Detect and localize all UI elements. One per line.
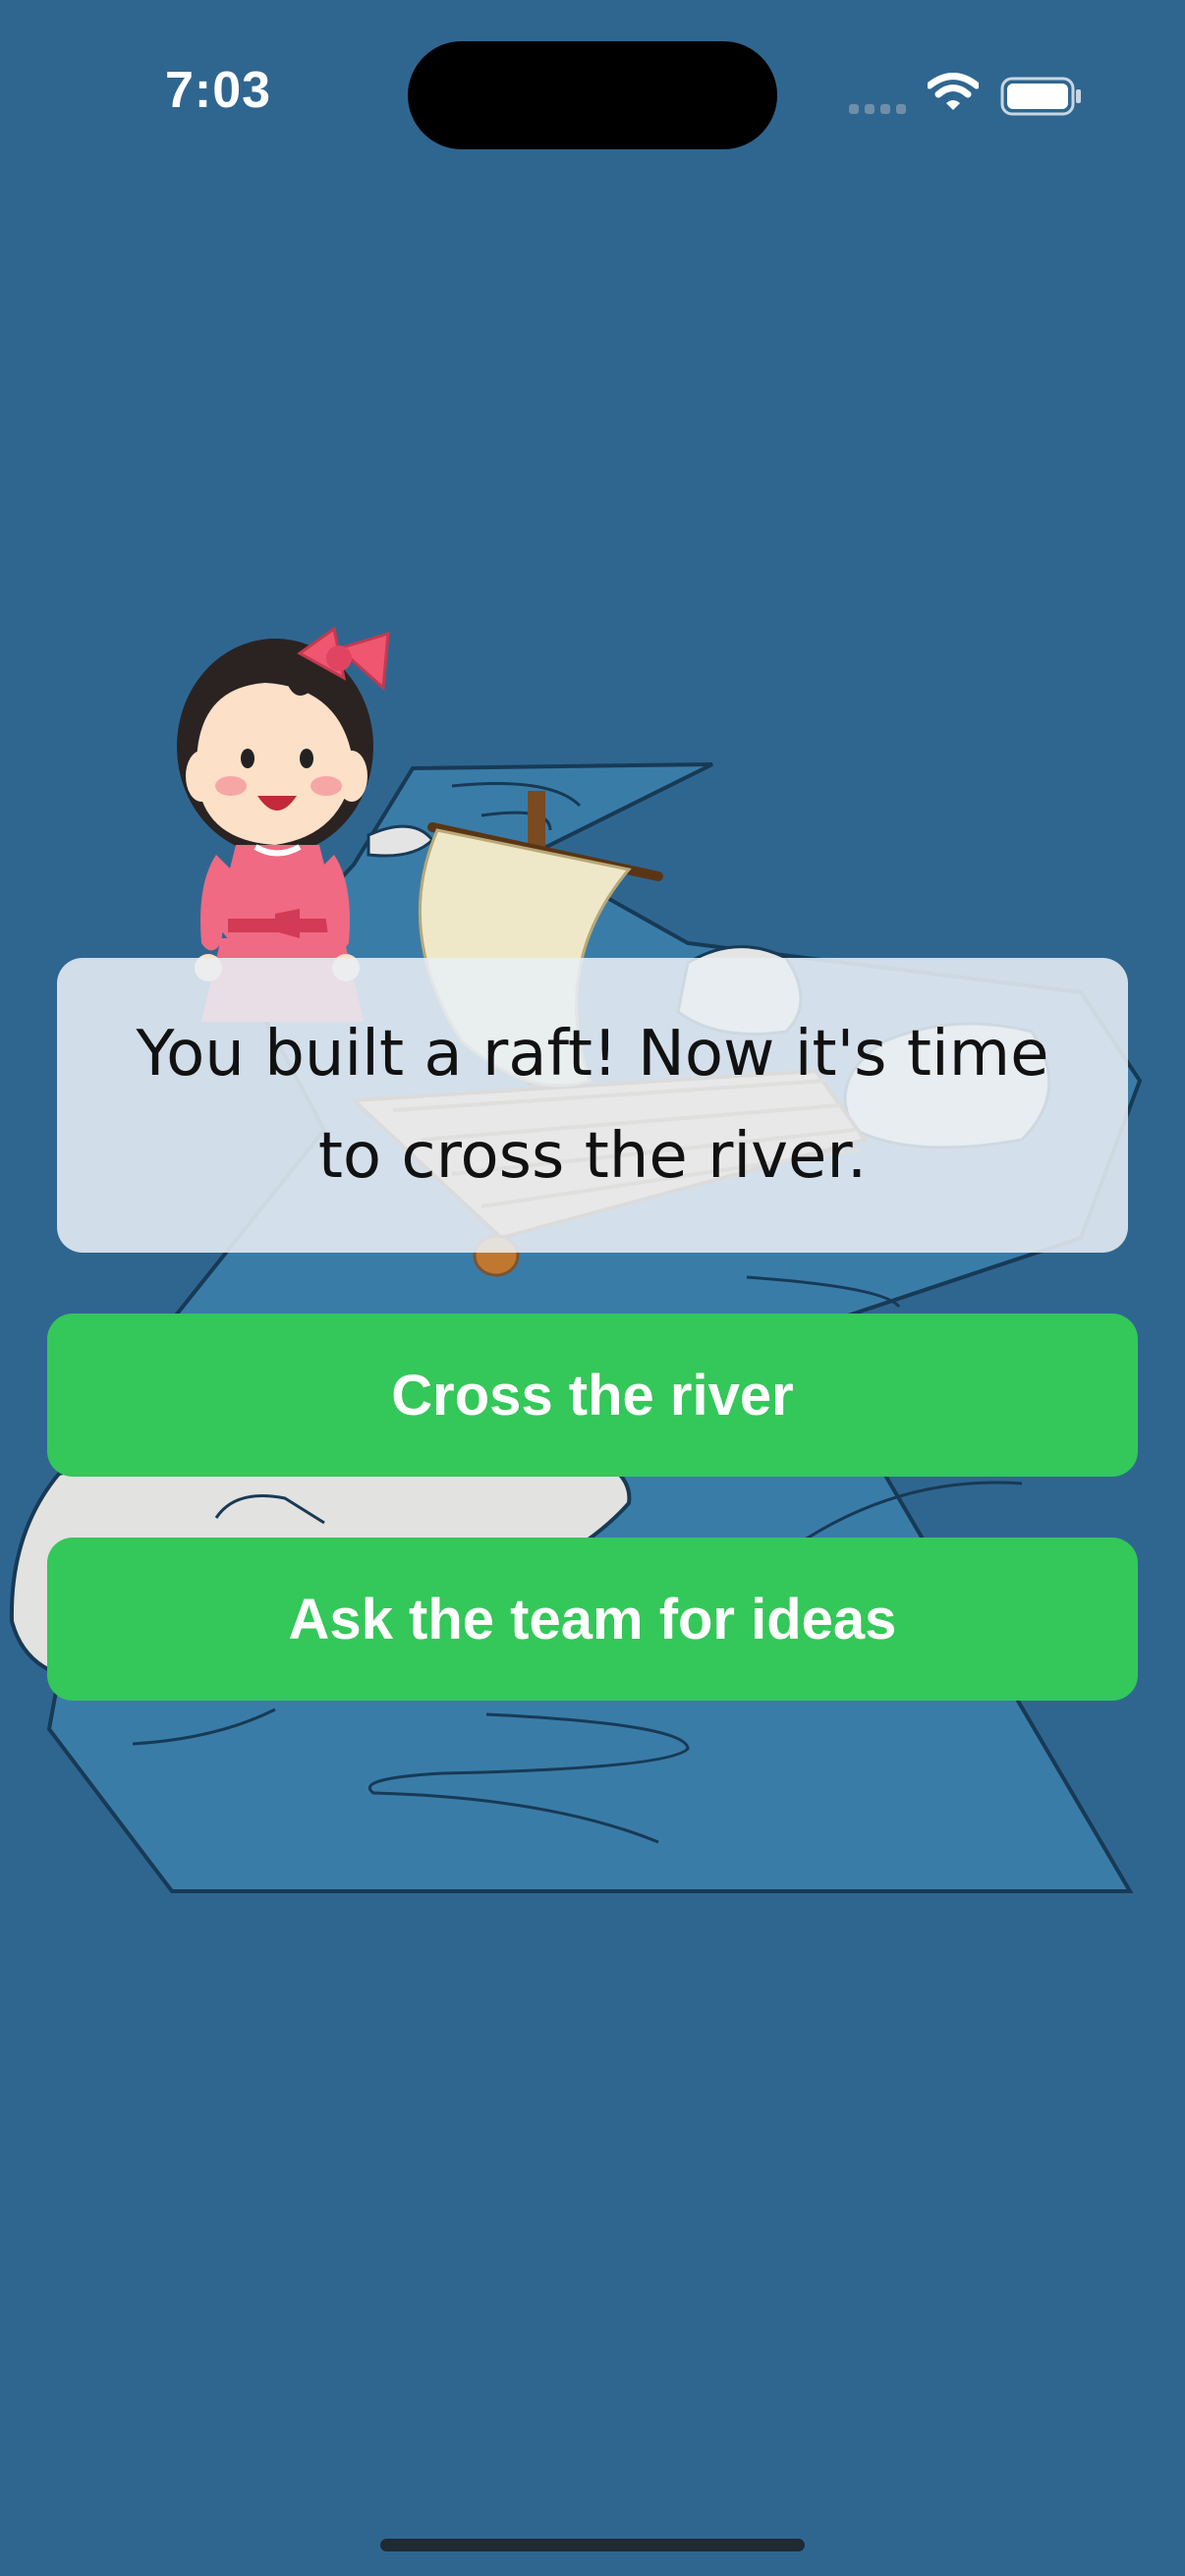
- status-time: 7:03: [165, 62, 272, 119]
- status-bar: 7:03: [0, 0, 1185, 196]
- wifi-icon: [928, 73, 979, 110]
- story-text: You built a raft! Now it's time to cross…: [136, 1018, 1049, 1193]
- cellular-signal-icon: [849, 104, 906, 114]
- ask-the-team-button[interactable]: Ask the team for ideas: [47, 1538, 1138, 1701]
- dynamic-island: [408, 41, 777, 149]
- story-dialog: You built a raft! Now it's time to cross…: [57, 958, 1128, 1253]
- home-indicator[interactable]: [380, 2539, 805, 2551]
- cross-the-river-button[interactable]: Cross the river: [47, 1314, 1138, 1477]
- battery-icon: [1000, 77, 1081, 116]
- river-scene-illustration: [9, 626, 1143, 1893]
